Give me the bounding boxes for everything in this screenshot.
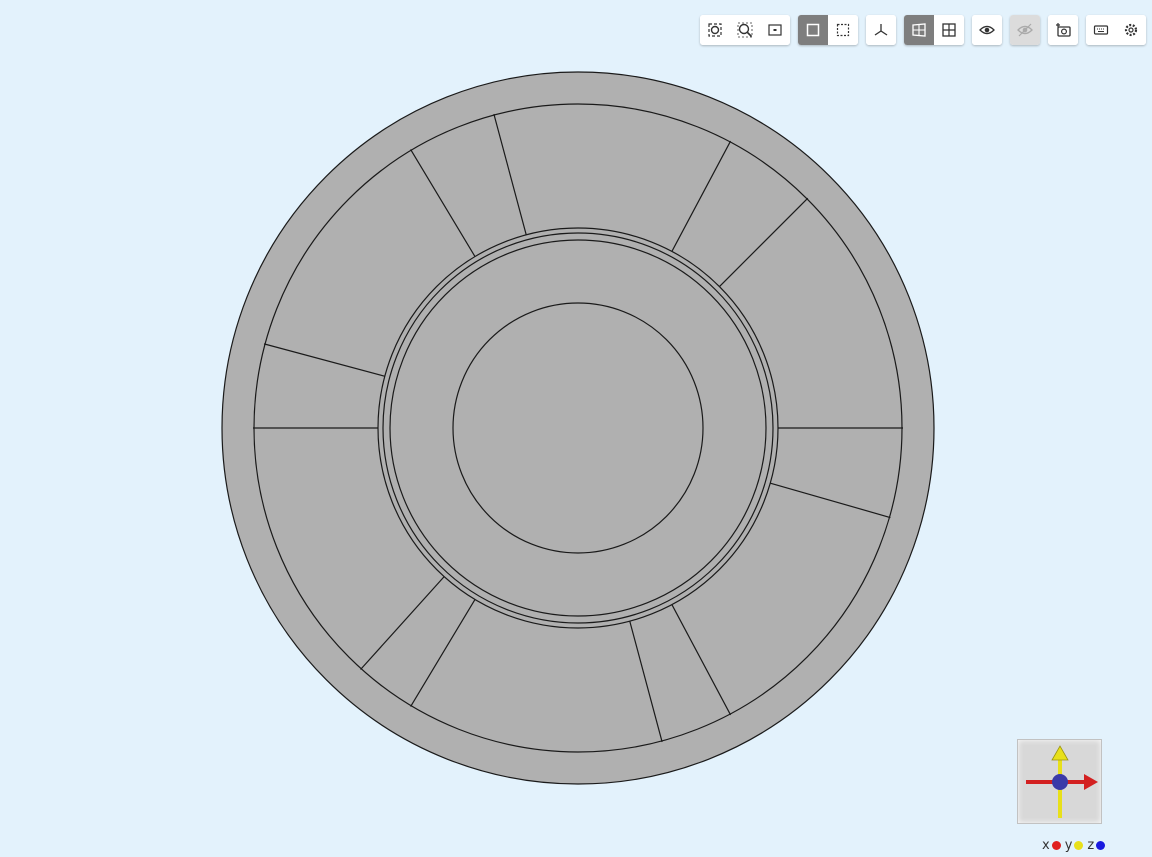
add-camera-button[interactable] <box>1048 14 1078 45</box>
keyboard-icon <box>1093 24 1109 35</box>
add-camera-icon <box>1056 22 1071 37</box>
inner-core <box>452 302 704 554</box>
orthographic-grid-button[interactable] <box>934 14 964 45</box>
axis-triad-icon <box>1026 745 1098 818</box>
hide-visibility-button <box>1010 14 1040 45</box>
x-dot-icon <box>1051 841 1061 850</box>
graphics-viewport[interactable]: x y z <box>0 0 1152 857</box>
select-box-button[interactable] <box>798 14 828 45</box>
zoom-selection-icon <box>768 23 782 36</box>
toolbar-group <box>866 14 896 45</box>
select-box-icon <box>806 23 820 36</box>
zoom-selection-button[interactable] <box>760 14 790 45</box>
axis-orientation-button[interactable] <box>866 14 896 45</box>
y-dot-icon <box>1074 841 1084 850</box>
axis-legend: x y z <box>1042 838 1107 853</box>
x-label: x <box>1042 838 1050 853</box>
z-label: z <box>1087 838 1095 853</box>
toolbar-group <box>798 14 858 45</box>
geometry-model[interactable] <box>0 0 1152 857</box>
toolbar-group <box>904 14 964 45</box>
toolbar-group <box>700 14 790 45</box>
zoom-box-button[interactable] <box>730 14 760 45</box>
toolbar-group <box>972 14 1002 45</box>
axis-triad <box>1017 739 1102 824</box>
toolbar-group <box>1086 14 1146 45</box>
toolbar-group <box>1048 14 1078 45</box>
settings-gear-icon <box>1124 23 1138 36</box>
view-toolbar <box>700 14 1146 45</box>
z-dot-icon <box>1096 841 1106 850</box>
orthographic-grid-icon <box>942 22 956 37</box>
zoom-box-icon <box>737 22 753 37</box>
zoom-extents-icon <box>708 22 722 37</box>
select-dashed-box-button[interactable] <box>828 14 858 45</box>
zoom-extents-button[interactable] <box>700 14 730 45</box>
perspective-view-button[interactable] <box>904 14 934 45</box>
keyboard-button[interactable] <box>1086 14 1116 45</box>
y-label: y <box>1064 838 1073 853</box>
settings-gear-button[interactable] <box>1116 14 1146 45</box>
axis-orientation-icon <box>874 23 888 36</box>
toolbar-group <box>1010 14 1040 45</box>
view-visibility-button[interactable] <box>972 14 1002 45</box>
view-visibility-icon <box>979 25 995 34</box>
perspective-view-icon <box>912 22 926 37</box>
select-dashed-box-icon <box>836 23 850 36</box>
hide-visibility-icon <box>1017 23 1033 36</box>
